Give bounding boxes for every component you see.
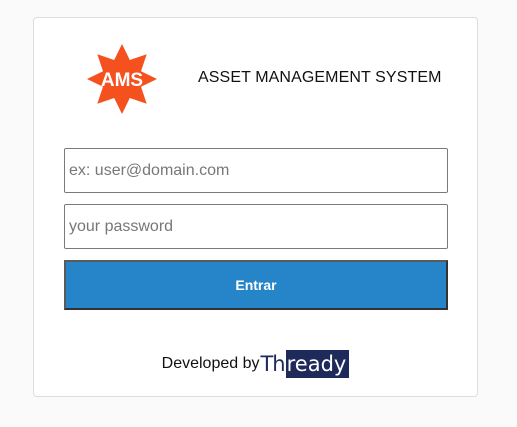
login-card: AMS ASSET MANAGEMENT SYSTEM Entrar Devel… [33, 17, 478, 397]
app-title: ASSET MANAGEMENT SYSTEM [198, 69, 442, 86]
thready-logo-part1: Th [260, 352, 285, 376]
ams-logo-badge-icon: AMS [87, 44, 157, 114]
footer-developed-by: Developed by [161, 355, 260, 372]
footer-credit: Developed byThready [34, 350, 477, 378]
ams-logo: AMS [85, 42, 159, 116]
password-field[interactable] [64, 204, 448, 249]
thready-logo[interactable]: Thready [260, 350, 350, 378]
login-button[interactable]: Entrar [64, 260, 448, 310]
thready-logo-part2: ready [285, 350, 350, 378]
email-field[interactable] [64, 148, 448, 193]
ams-logo-text: AMS [101, 70, 143, 91]
